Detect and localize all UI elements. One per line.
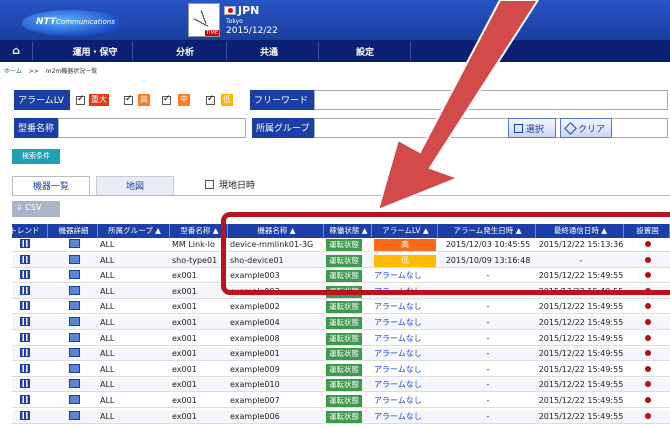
annotation-arrow-icon — [376, 0, 540, 212]
